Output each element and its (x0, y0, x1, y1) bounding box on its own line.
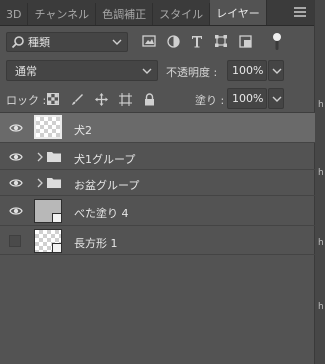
smart-object-filter-icon[interactable] (238, 34, 252, 48)
blend-mode-value: 通常 (15, 64, 37, 78)
right-strip: h h h h (315, 0, 325, 364)
lock-image-icon[interactable] (70, 92, 84, 106)
layer-row[interactable]: 犬1グループ (0, 144, 315, 170)
panel-menu-icon[interactable] (294, 7, 306, 17)
panel-tabs: 3D チャンネル 色調補正 スタイル レイヤー (0, 0, 314, 26)
layer-row[interactable]: 長方形 1 (0, 227, 315, 255)
search-icon (11, 36, 24, 49)
fill-layer-badge-icon (52, 213, 62, 223)
layers-panel: 3D チャンネル 色調補正 スタイル レイヤー 種類 通常 不透明度: 100… (0, 0, 315, 364)
layer-name[interactable]: 犬1グループ (74, 151, 135, 167)
lock-artboard-icon[interactable] (118, 92, 132, 106)
filter-kind-label: 種類 (28, 36, 50, 49)
chevron-right-icon[interactable] (36, 152, 44, 162)
tab-3d[interactable]: 3D (0, 3, 29, 25)
opacity-input[interactable]: 100% (227, 60, 267, 81)
chevron-down-icon (112, 39, 122, 45)
tab-adjustments[interactable]: 色調補正 (96, 3, 154, 25)
eye-icon[interactable] (9, 205, 23, 217)
filter-kind-select[interactable]: 種類 (6, 32, 128, 52)
right-strip-letter: h (318, 302, 324, 312)
shape-layer-badge-icon (52, 243, 62, 253)
layer-row[interactable]: お盆グループ (0, 170, 315, 196)
layer-row[interactable]: 犬2 (0, 113, 315, 143)
lock-row: ロック : 塗り : 100% (0, 88, 315, 110)
layer-name[interactable]: お盆グループ (74, 177, 139, 193)
opacity-dropdown[interactable] (268, 60, 284, 81)
eye-icon[interactable] (9, 122, 23, 134)
blend-row: 通常 不透明度 : 100% (0, 60, 315, 82)
right-strip-letter: h (318, 168, 324, 178)
layer-name[interactable]: 長方形 1 (74, 235, 118, 251)
shape-filter-icon[interactable] (214, 34, 228, 48)
lock-all-icon[interactable] (142, 92, 156, 106)
chevron-down-icon (142, 68, 152, 74)
pixel-filter-icon[interactable] (142, 34, 156, 48)
eye-icon[interactable] (9, 151, 23, 163)
fill-label: 塗り : (195, 94, 225, 107)
layer-thumbnail (34, 115, 62, 139)
layer-row[interactable]: べた塗り 4 (0, 196, 315, 226)
layer-name[interactable]: 犬2 (74, 122, 92, 138)
chevron-down-icon (272, 68, 282, 74)
chevron-down-icon (272, 96, 282, 102)
opacity-label: 不透明度 : (166, 66, 218, 79)
chevron-right-icon[interactable] (36, 178, 44, 188)
folder-icon (47, 152, 61, 162)
fill-input[interactable]: 100% (227, 88, 267, 109)
tab-channels[interactable]: チャンネル (28, 3, 97, 25)
folder-icon (47, 178, 61, 188)
blend-mode-select[interactable]: 通常 (6, 60, 158, 81)
layer-name[interactable]: べた塗り 4 (74, 205, 129, 221)
type-filter-icon[interactable] (190, 34, 204, 48)
tab-styles[interactable]: スタイル (153, 3, 211, 25)
filter-icons (142, 34, 252, 48)
adjustment-filter-icon[interactable] (166, 34, 180, 48)
lock-position-icon[interactable] (94, 92, 108, 106)
fill-dropdown[interactable] (268, 88, 284, 109)
eye-icon[interactable] (9, 177, 23, 189)
filter-toggle-icon[interactable] (272, 32, 282, 52)
lock-transparent-icon[interactable] (46, 92, 60, 106)
right-strip-letter: h (318, 238, 324, 248)
filter-row: 種類 (0, 30, 315, 54)
right-strip-letter: h (318, 100, 324, 110)
visibility-off-box[interactable] (9, 235, 21, 247)
tab-layers[interactable]: レイヤー (210, 0, 267, 25)
lock-icons (46, 92, 156, 106)
lock-label: ロック : (6, 94, 47, 107)
